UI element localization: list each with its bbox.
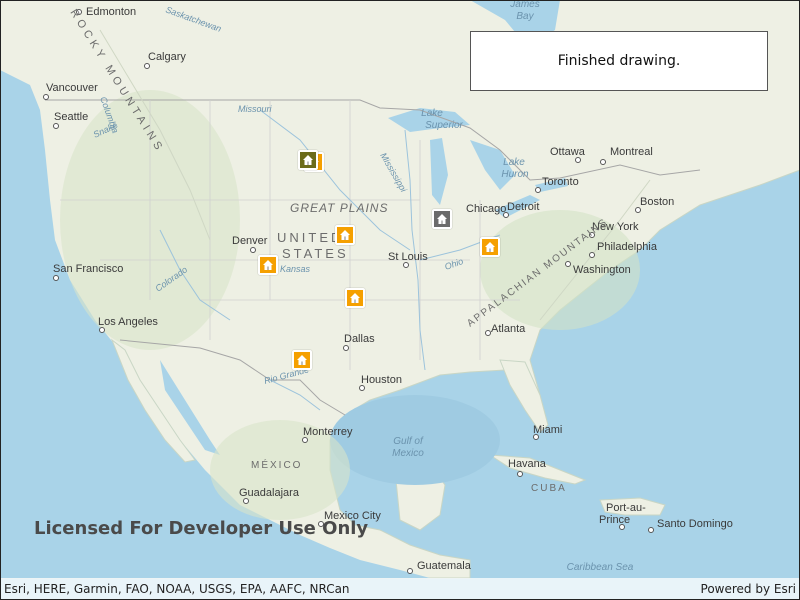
label-guadalajara: Guadalajara: [239, 487, 300, 499]
house-icon: [349, 292, 361, 304]
label-toronto: Toronto: [542, 176, 579, 188]
attribution-bar: Esri, HERE, Garmin, FAO, NOAA, USGS, EPA…: [0, 578, 800, 600]
label-port-au-prince-2: Prince: [599, 514, 630, 526]
powered-by-esri[interactable]: Powered by Esri: [701, 582, 796, 596]
label-washington: Washington: [573, 264, 631, 276]
status-message-box: Finished drawing.: [470, 31, 768, 91]
label-seattle: Seattle: [54, 111, 88, 123]
label-states: STATES: [282, 246, 349, 261]
label-port-au-prince-1: Port-au-: [606, 502, 646, 514]
label-philadelphia: Philadelphia: [597, 241, 658, 253]
label-lake-superior-1: Lake: [421, 108, 443, 119]
house-icon: [436, 213, 448, 225]
marker-ohio[interactable]: [480, 237, 500, 257]
label-james-bay-2: Bay: [516, 11, 534, 22]
marker-colorado[interactable]: [258, 255, 278, 275]
label-cuba: CUBA: [531, 483, 567, 494]
marker-north-dakota-selected[interactable]: [298, 150, 318, 170]
label-miami: Miami: [533, 424, 562, 436]
label-united: UNITED: [277, 230, 343, 245]
label-calgary: Calgary: [148, 51, 186, 63]
label-denver: Denver: [232, 235, 268, 247]
label-los-angeles: Los Angeles: [98, 316, 158, 328]
label-gulf-2: Mexico: [392, 448, 424, 459]
label-boston: Boston: [640, 196, 674, 208]
label-gulf-1: Gulf of: [393, 436, 424, 447]
status-message: Finished drawing.: [557, 53, 681, 69]
label-monterrey: Monterrey: [303, 426, 353, 438]
label-st-louis: St Louis: [388, 251, 428, 263]
label-vancouver: Vancouver: [46, 82, 98, 94]
attribution-sources[interactable]: Esri, HERE, Garmin, FAO, NOAA, USGS, EPA…: [4, 582, 350, 596]
marker-chicago[interactable]: [432, 209, 452, 229]
label-lake-huron-2: Huron: [501, 169, 529, 180]
label-ottawa: Ottawa: [550, 146, 586, 158]
license-watermark: Licensed For Developer Use Only: [34, 518, 369, 539]
label-lake-superior-2: Superior: [425, 120, 463, 131]
label-chicago: Chicago: [466, 203, 506, 215]
label-detroit: Detroit: [507, 201, 539, 213]
label-houston: Houston: [361, 374, 402, 386]
house-icon: [262, 259, 274, 271]
label-santo-domingo: Santo Domingo: [657, 518, 733, 530]
label-james-bay-1: James: [509, 0, 539, 10]
marker-oklahoma[interactable]: [345, 288, 365, 308]
house-icon: [339, 229, 351, 241]
label-kansas: Kansas: [280, 264, 311, 274]
label-lake-huron-1: Lake: [503, 157, 525, 168]
marker-nebraska[interactable]: [335, 225, 355, 245]
label-missouri: Missouri: [238, 104, 273, 114]
house-icon: [302, 154, 314, 166]
marker-texas[interactable]: [292, 350, 312, 370]
label-atlanta: Atlanta: [491, 323, 526, 335]
label-mexico: MÉXICO: [251, 458, 302, 471]
label-havana: Havana: [508, 458, 547, 470]
label-edmonton: Edmonton: [86, 6, 136, 18]
label-montreal: Montreal: [610, 146, 653, 158]
label-caribbean: Caribbean Sea: [567, 562, 634, 573]
label-great-plains: GREAT PLAINS: [290, 201, 388, 215]
house-icon: [484, 241, 496, 253]
label-guatemala: Guatemala: [417, 560, 472, 572]
label-san-francisco: San Francisco: [53, 263, 123, 275]
label-dallas: Dallas: [344, 333, 375, 345]
house-icon: [296, 354, 308, 366]
